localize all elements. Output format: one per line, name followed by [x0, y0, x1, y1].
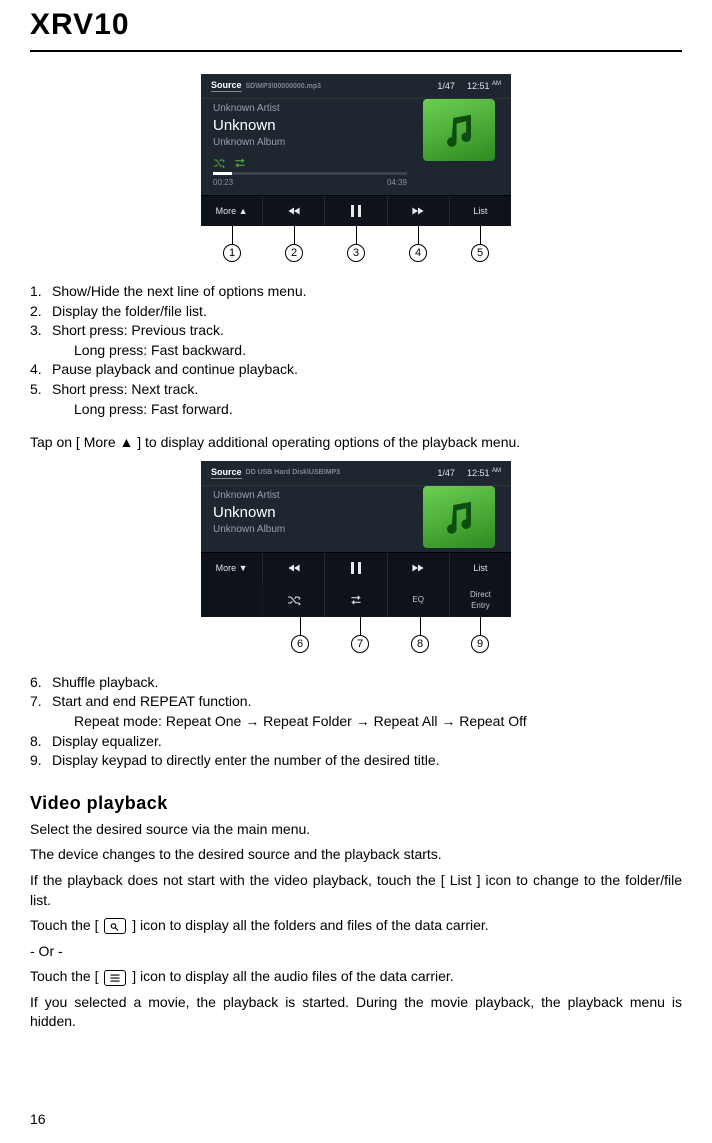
- list-icon: [104, 970, 126, 986]
- album-label-2: Unknown Album: [213, 524, 407, 535]
- callout-3: 3: [347, 244, 365, 262]
- folder-search-icon: [104, 918, 126, 934]
- page-title: XRV10: [30, 0, 682, 42]
- time-elapsed: 00:23: [213, 178, 233, 187]
- album-label: Unknown Album: [213, 137, 407, 148]
- next-icon: [411, 561, 425, 575]
- callouts-2: 6 7 8 9: [201, 617, 511, 653]
- progress-bar[interactable]: [213, 172, 407, 175]
- controls-row-2a: More ▼ List: [201, 552, 511, 583]
- callout-6: 6: [291, 635, 309, 653]
- source-label: Source SD\MP3\00000000.mp3: [211, 80, 321, 92]
- callout-2: 2: [285, 244, 303, 262]
- player-screenshot-1: Source SD\MP3\00000000.mp3 1/47 12:51 AM…: [201, 74, 511, 226]
- callout-7: 7: [351, 635, 369, 653]
- list-button[interactable]: List: [450, 196, 511, 226]
- source-label-2: Source DD USB Hard Disk\USB\MP3: [211, 467, 340, 479]
- list-button-2[interactable]: List: [450, 553, 511, 583]
- shuffle-icon: [213, 158, 225, 168]
- video-p4: Touch the [ ] icon to display all the fo…: [30, 916, 682, 936]
- pause-icon: [349, 561, 363, 575]
- eq-button[interactable]: EQ: [388, 583, 450, 617]
- prev-icon: [287, 204, 301, 218]
- time-total: 04:39: [387, 178, 407, 187]
- direct-entry-button[interactable]: DirectEntry: [450, 583, 511, 617]
- artist-label: Unknown Artist: [213, 103, 407, 114]
- callout-1: 1: [223, 244, 241, 262]
- status-icons: [213, 158, 407, 168]
- next-icon: [411, 204, 425, 218]
- callout-4: 4: [409, 244, 427, 262]
- clock-2: 12:51 AM: [467, 468, 501, 478]
- pause-button-2[interactable]: [325, 553, 387, 583]
- track-index-2: 1/47: [437, 468, 455, 478]
- video-p3: If the playback does not start with the …: [30, 871, 682, 910]
- page-number: 16: [30, 1111, 46, 1127]
- video-p6: Touch the [ ] icon to display all the au…: [30, 967, 682, 987]
- controls-row-1: More ▲ List: [201, 195, 511, 226]
- video-p1: Select the desired source via the main m…: [30, 820, 682, 840]
- spacer: [201, 583, 263, 617]
- music-note-icon: [439, 497, 479, 537]
- prev-icon: [287, 561, 301, 575]
- callouts-1: 1 2 3 4 5: [201, 226, 511, 262]
- video-p5: - Or -: [30, 942, 682, 962]
- shuffle-icon: [287, 594, 301, 606]
- repeat-icon: [233, 158, 247, 168]
- callout-list-1: 1.Show/Hide the next line of options men…: [30, 282, 682, 419]
- album-art: [423, 99, 495, 161]
- title-divider: [30, 50, 682, 52]
- next-button[interactable]: [388, 196, 450, 226]
- artist-label-2: Unknown Artist: [213, 490, 407, 501]
- prev-button-2[interactable]: [263, 553, 325, 583]
- callout-list-2: 6.Shuffle playback. 7.Start and end REPE…: [30, 673, 682, 771]
- more-down-button[interactable]: More ▼: [201, 553, 263, 583]
- video-p2: The device changes to the desired source…: [30, 845, 682, 865]
- tap-more-text: Tap on [ More ▲ ] to display additional …: [30, 433, 682, 453]
- repeat-button[interactable]: [325, 583, 387, 617]
- callout-8: 8: [411, 635, 429, 653]
- track-title: Unknown: [213, 117, 407, 134]
- album-art-2: [423, 486, 495, 548]
- pause-icon: [349, 204, 363, 218]
- player-screenshot-2: Source DD USB Hard Disk\USB\MP3 1/47 12:…: [201, 461, 511, 617]
- next-button-2[interactable]: [388, 553, 450, 583]
- pause-button[interactable]: [325, 196, 387, 226]
- track-index: 1/47: [437, 81, 455, 91]
- clock: 12:51 AM: [467, 81, 501, 91]
- callout-9: 9: [471, 635, 489, 653]
- screenshot-1-wrap: Source SD\MP3\00000000.mp3 1/47 12:51 AM…: [30, 74, 682, 262]
- video-playback-heading: Video playback: [30, 793, 682, 814]
- track-title-2: Unknown: [213, 504, 407, 521]
- music-note-icon: [439, 110, 479, 150]
- screenshot-2-wrap: Source DD USB Hard Disk\USB\MP3 1/47 12:…: [30, 461, 682, 653]
- shuffle-button[interactable]: [263, 583, 325, 617]
- controls-row-2b: EQ DirectEntry: [201, 583, 511, 617]
- callout-5: 5: [471, 244, 489, 262]
- repeat-icon: [349, 594, 363, 606]
- more-button[interactable]: More ▲: [201, 196, 263, 226]
- prev-button[interactable]: [263, 196, 325, 226]
- video-p7: If you selected a movie, the playback is…: [30, 993, 682, 1032]
